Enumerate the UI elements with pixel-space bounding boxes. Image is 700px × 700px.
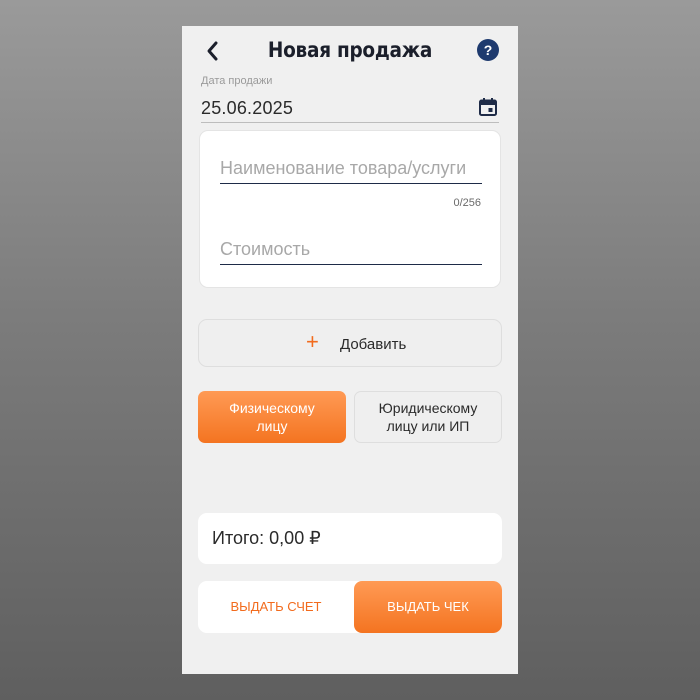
add-item-label: Добавить	[340, 336, 406, 353]
page-title: Новая продажа	[202, 38, 498, 62]
buyer-type-legal-label: Юридическому лицу или ИП	[379, 399, 478, 435]
buyer-type-physical-button[interactable]: Физическому лицу	[198, 391, 346, 443]
plus-icon: +	[306, 330, 319, 354]
buyer-type-legal-line2: лицу или ИП	[387, 418, 470, 434]
add-item-button[interactable]: + Добавить	[198, 319, 502, 367]
buyer-type-legal-line1: Юридическому	[379, 400, 478, 416]
total-amount: Итого: 0,00 ₽	[212, 528, 321, 549]
sale-date-label: Дата продажи	[201, 75, 272, 87]
question-circle-icon: ?	[484, 42, 493, 58]
help-button[interactable]: ?	[477, 39, 499, 61]
total-panel: Итого: 0,00 ₽	[198, 513, 502, 564]
issue-invoice-button[interactable]: ВЫДАТЬ СЧЕТ	[198, 581, 354, 633]
item-card: Наименование товара/услуги 0/256 Стоимос…	[199, 130, 501, 288]
action-bar: ВЫДАТЬ СЧЕТ ВЫДАТЬ ЧЕК	[198, 581, 502, 633]
item-price-underline	[220, 264, 482, 265]
item-name-underline	[220, 183, 482, 184]
sale-date-field[interactable]: 25.06.2025	[201, 98, 293, 119]
issue-receipt-button[interactable]: ВЫДАТЬ ЧЕК	[354, 581, 502, 633]
item-price-input[interactable]: Стоимость	[220, 239, 482, 260]
item-name-input[interactable]: Наименование товара/услуги	[220, 158, 482, 179]
sale-screen: Новая продажа ? Дата продажи 25.06.2025 …	[182, 26, 518, 674]
app-header: Новая продажа ?	[182, 26, 518, 76]
buyer-type-legal-button[interactable]: Юридическому лицу или ИП	[354, 391, 502, 443]
buyer-type-physical-label: Физическому лицу	[229, 399, 315, 435]
calendar-icon	[478, 97, 498, 117]
buyer-type-physical-line2: лицу	[256, 418, 287, 434]
item-name-counter: 0/256	[453, 197, 481, 209]
calendar-button[interactable]	[478, 97, 498, 117]
sale-date-underline	[201, 122, 499, 123]
buyer-type-physical-line1: Физическому	[229, 400, 315, 416]
